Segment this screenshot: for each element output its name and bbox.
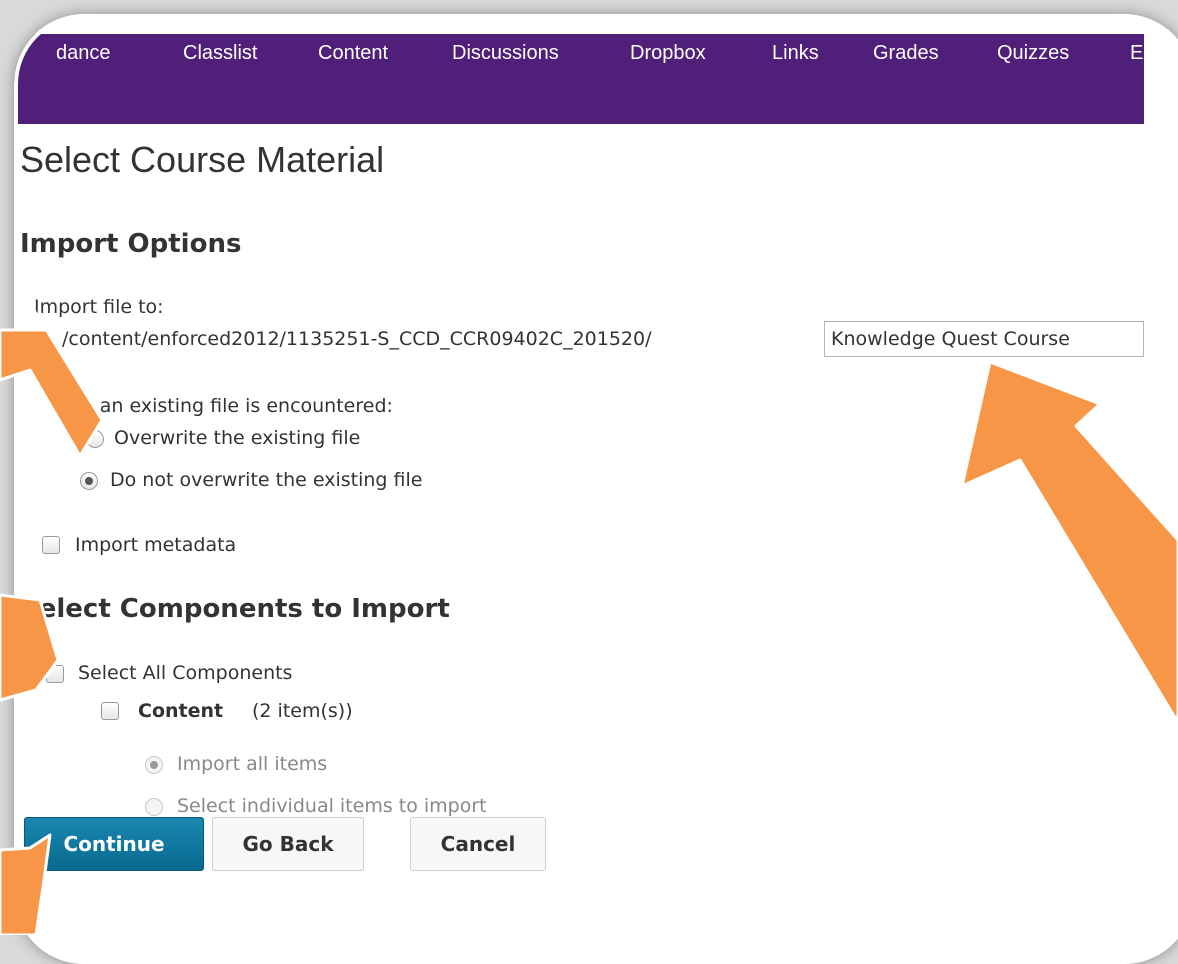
import-options-heading: Import Options: [20, 229, 242, 259]
nav-item-quizzes[interactable]: Quizzes: [997, 42, 1069, 65]
overwrite-radio[interactable]: [86, 430, 104, 448]
no-overwrite-radio[interactable]: [80, 472, 98, 490]
import-all-items-label: Import all items: [177, 753, 328, 775]
select-all-components-label: Select All Components: [78, 662, 293, 684]
select-components-heading: Select Components to Import: [20, 594, 450, 624]
import-file-to-label: Import file to:: [34, 296, 164, 318]
folder-name-input[interactable]: [824, 321, 1144, 357]
content-item-count: (2 item(s)): [252, 700, 353, 722]
select-individual-items-radio[interactable]: [145, 798, 163, 816]
existing-file-label: en an existing file is encountered:: [70, 395, 393, 417]
content-component-label: Content: [138, 700, 224, 722]
content-component-checkbox[interactable]: [101, 702, 119, 720]
import-path-prefix: /content/enforced2012/1135251-S_CCD_CCR0…: [62, 328, 652, 350]
import-all-items-radio[interactable]: [145, 756, 163, 774]
nav-item-grades[interactable]: Grades: [873, 42, 939, 65]
nav-item-attendance[interactable]: dance: [56, 42, 111, 65]
select-all-components-checkbox[interactable]: [46, 665, 64, 683]
continue-button[interactable]: Continue: [24, 817, 204, 871]
page-title: Select Course Material: [20, 139, 385, 180]
no-overwrite-option-label: Do not overwrite the existing file: [110, 469, 423, 491]
overwrite-option-label: Overwrite the existing file: [114, 427, 361, 449]
nav-item-discussions[interactable]: Discussions: [452, 42, 559, 65]
nav-item-more[interactable]: Ex: [1130, 42, 1153, 65]
go-back-button[interactable]: Go Back: [212, 817, 364, 871]
cancel-button[interactable]: Cancel: [410, 817, 546, 871]
nav-item-links[interactable]: Links: [772, 42, 819, 65]
select-individual-items-label: Select individual items to import: [177, 795, 487, 817]
nav-item-classlist[interactable]: Classlist: [183, 42, 257, 65]
import-metadata-label: Import metadata: [75, 534, 237, 556]
import-metadata-checkbox[interactable]: [42, 536, 60, 554]
nav-item-content[interactable]: Content: [318, 42, 388, 65]
nav-item-dropbox[interactable]: Dropbox: [630, 42, 706, 65]
